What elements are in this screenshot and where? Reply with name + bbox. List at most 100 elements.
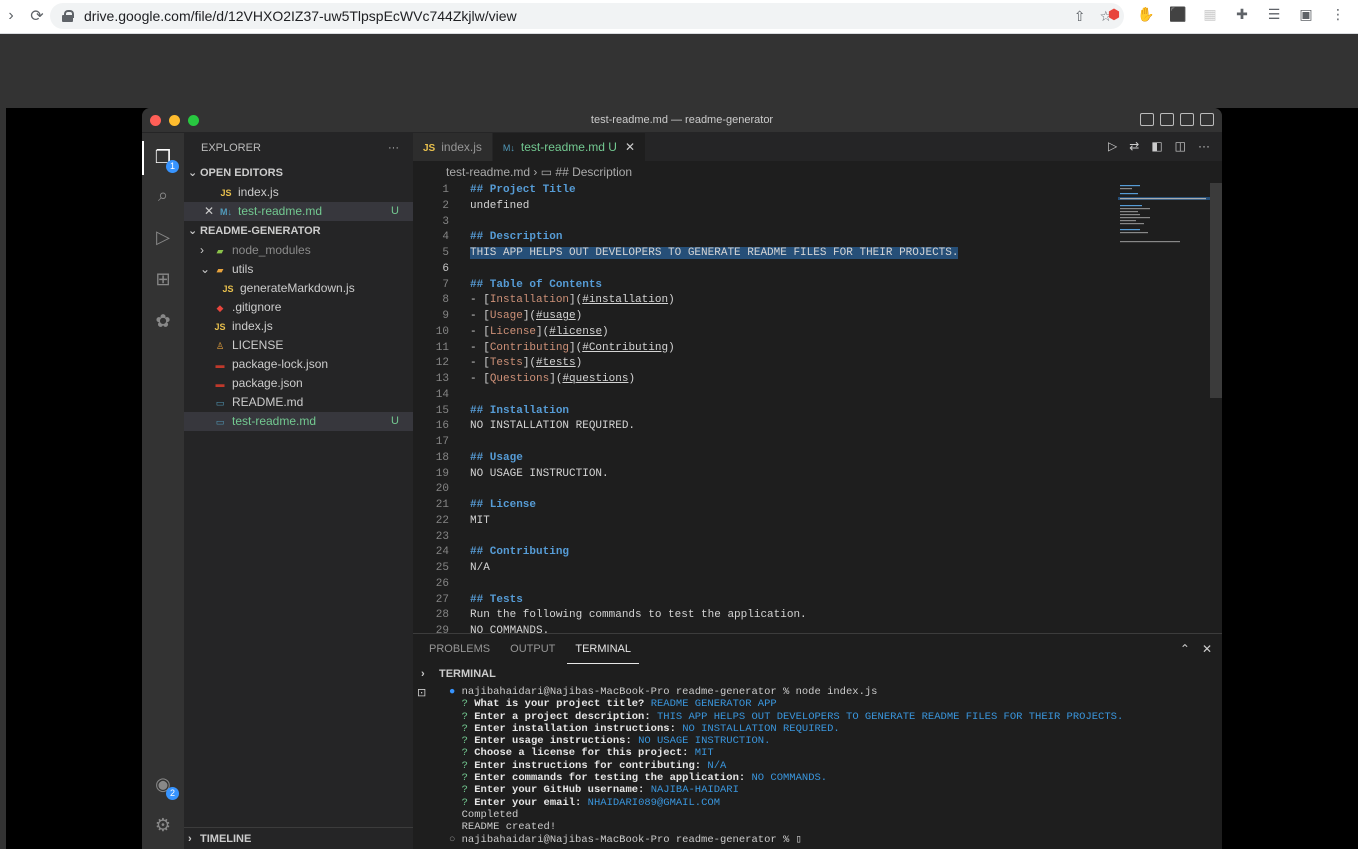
chatgpt-icon[interactable]: ✿ (151, 309, 175, 333)
code-line[interactable]: 20 (413, 482, 1113, 498)
side-panel-icon[interactable]: ▣ (1296, 6, 1316, 23)
maximize-panel-icon[interactable]: ⌃ (1180, 642, 1190, 656)
search-icon[interactable]: ⌕ (151, 183, 175, 207)
code-line[interactable]: 29 NO COMMANDS. (413, 624, 1113, 633)
folder-icon: ▰ (216, 265, 224, 275)
tree-file[interactable]: ▭ test-readme.md U (184, 412, 413, 431)
code-line[interactable]: 22 MIT (413, 514, 1113, 530)
close-window-icon[interactable] (150, 115, 161, 126)
media-icon[interactable]: ☰ (1264, 6, 1284, 23)
close-panel-icon[interactable]: ✕ (1202, 642, 1212, 656)
terminal-section[interactable]: › TERMINAL (413, 664, 1222, 684)
extension-icon[interactable]: ▦ (1200, 6, 1220, 23)
code-line[interactable]: 5 THIS APP HELPS OUT DEVELOPERS TO GENERA… (413, 246, 1113, 262)
open-editors-section[interactable]: ⌄ OPEN EDITORS (184, 163, 413, 183)
code-line[interactable]: 26 (413, 577, 1113, 593)
accounts-icon[interactable]: ◉ 2 (151, 772, 179, 800)
address-bar[interactable]: drive.google.com/file/d/12VHXO2IZ37-uw5T… (50, 3, 1124, 29)
terminal-icon[interactable]: ⊡ (417, 686, 426, 699)
tree-file[interactable]: ▬ package-lock.json (184, 355, 413, 374)
reload-icon[interactable]: ⟳ (26, 6, 48, 26)
minimap[interactable] (1118, 183, 1210, 249)
toggle-sidebar-icon[interactable] (1140, 113, 1154, 126)
more-actions-icon[interactable]: ··· (1198, 139, 1210, 153)
tree-folder[interactable]: ⌄ ▰ utils (184, 260, 413, 279)
tab-problems[interactable]: PROBLEMS (421, 634, 498, 664)
explorer-sidebar: EXPLORER ··· ⌄ OPEN EDITORS JS index.js ✕ M… (184, 133, 413, 849)
code-line[interactable]: 27 ## Tests (413, 593, 1113, 609)
project-section[interactable]: ⌄ README-GENERATOR (184, 221, 413, 241)
code-line[interactable]: 21 ## License (413, 498, 1113, 514)
compare-icon[interactable]: ⇄ (1129, 139, 1139, 153)
code-line[interactable]: 25 N/A (413, 561, 1113, 577)
code-line[interactable]: 18 ## Usage (413, 451, 1113, 467)
code-line[interactable]: 9 - [Usage](#usage) (413, 309, 1113, 325)
code-line[interactable]: 24 ## Contributing (413, 545, 1113, 561)
extension-icon[interactable]: ✋ (1136, 6, 1156, 23)
code-line[interactable]: 13 - [Questions](#questions) (413, 372, 1113, 388)
terminal-output[interactable]: ● najibahaidari@Najibas-MacBook-Pro read… (449, 686, 1123, 846)
tab-terminal[interactable]: TERMINAL (567, 634, 639, 664)
more-actions-icon[interactable]: ··· (388, 133, 399, 163)
code-line[interactable]: 11 - [Contributing](#Contributing) (413, 341, 1113, 357)
editor-scrollbar[interactable] (1210, 183, 1222, 398)
code-editor[interactable]: 1 ## Project Title 2 undefined 3 4 ## Descript… (413, 183, 1113, 633)
line-number: 27 (435, 593, 449, 606)
tree-file[interactable]: ▬ package.json (184, 374, 413, 393)
timeline-section[interactable]: › TIMELINE (184, 827, 413, 849)
minimize-window-icon[interactable] (169, 115, 180, 126)
code-line[interactable]: 14 (413, 388, 1113, 404)
explorer-icon[interactable]: ❐ 1 (151, 145, 179, 173)
tree-file[interactable]: ▭ README.md (184, 393, 413, 412)
terminal-qa-line: ? Enter your GitHub username: NAJIBA-HAI… (461, 784, 739, 797)
code-line[interactable]: 3 (413, 215, 1113, 231)
tree-folder[interactable]: › ▰ node_modules (184, 241, 413, 260)
code-line[interactable]: 19 NO USAGE INSTRUCTION. (413, 467, 1113, 483)
menu-icon[interactable]: ⋮ (1328, 6, 1348, 23)
open-editor-item[interactable]: ✕ M↓ test-readme.md U (184, 202, 413, 221)
close-icon[interactable]: ✕ (204, 202, 218, 221)
run-icon[interactable]: ▷ (1108, 139, 1117, 153)
split-editor-icon[interactable]: ◫ (1175, 139, 1186, 153)
code-line[interactable]: 2 undefined (413, 199, 1113, 215)
puzzle-icon[interactable]: ✚ (1232, 6, 1252, 23)
zoom-window-icon[interactable] (188, 115, 199, 126)
tab-test-readme[interactable]: M↓ test-readme.md U ✕ (492, 133, 647, 161)
tree-file[interactable]: JS generateMarkdown.js (184, 279, 413, 298)
code-line[interactable]: 23 (413, 530, 1113, 546)
code-line[interactable]: 15 ## Installation (413, 404, 1113, 420)
breadcrumb-symbol[interactable]: ## Description (555, 165, 632, 179)
tab-output[interactable]: OUTPUT (502, 634, 563, 664)
line-number: 21 (435, 499, 449, 511)
share-icon[interactable]: ⇧ (1074, 8, 1086, 25)
breadcrumb-file[interactable]: test-readme.md (446, 165, 530, 179)
preview-icon[interactable]: ◧ (1151, 139, 1162, 153)
extension-icon[interactable]: ⬢ (1104, 6, 1124, 23)
code-line[interactable]: 28 Run the following commands to test the… (413, 608, 1113, 624)
code-line[interactable]: 6 (413, 262, 1113, 278)
customize-layout-icon[interactable] (1200, 113, 1214, 126)
toggle-secondary-sidebar-icon[interactable] (1180, 113, 1194, 126)
code-line[interactable]: 4 ## Description (413, 230, 1113, 246)
toggle-panel-icon[interactable] (1160, 113, 1174, 126)
url-text[interactable]: drive.google.com/file/d/12VHXO2IZ37-uw5T… (84, 8, 517, 24)
open-editor-item[interactable]: JS index.js (184, 183, 413, 202)
code-line[interactable]: 7 ## Table of Contents (413, 278, 1113, 294)
tree-file[interactable]: JS index.js (184, 317, 413, 336)
code-line[interactable]: 1 ## Project Title (413, 183, 1113, 199)
code-line[interactable]: 17 (413, 435, 1113, 451)
forward-icon[interactable]: › (0, 7, 22, 25)
extension-icon[interactable]: ⬛ (1168, 6, 1188, 23)
code-line[interactable]: 12 - [Tests](#tests) (413, 356, 1113, 372)
settings-gear-icon[interactable]: ⚙ (151, 813, 175, 837)
close-icon[interactable]: ✕ (625, 140, 635, 154)
code-line[interactable]: 16 NO INSTALLATION REQUIRED. (413, 419, 1113, 435)
editor-actions: ▷ ⇄ ◧ ◫ ··· (1108, 139, 1210, 153)
extensions-icon[interactable]: ⊞ (151, 267, 175, 291)
run-debug-icon[interactable]: ▷ (151, 225, 175, 249)
code-line[interactable]: 8 - [Installation](#installation) (413, 293, 1113, 309)
tree-file[interactable]: ◆ .gitignore (184, 298, 413, 317)
tab-index-js[interactable]: JS index.js (413, 133, 493, 161)
tree-file[interactable]: ♙ LICENSE (184, 336, 413, 355)
code-line[interactable]: 10 - [License](#license) (413, 325, 1113, 341)
